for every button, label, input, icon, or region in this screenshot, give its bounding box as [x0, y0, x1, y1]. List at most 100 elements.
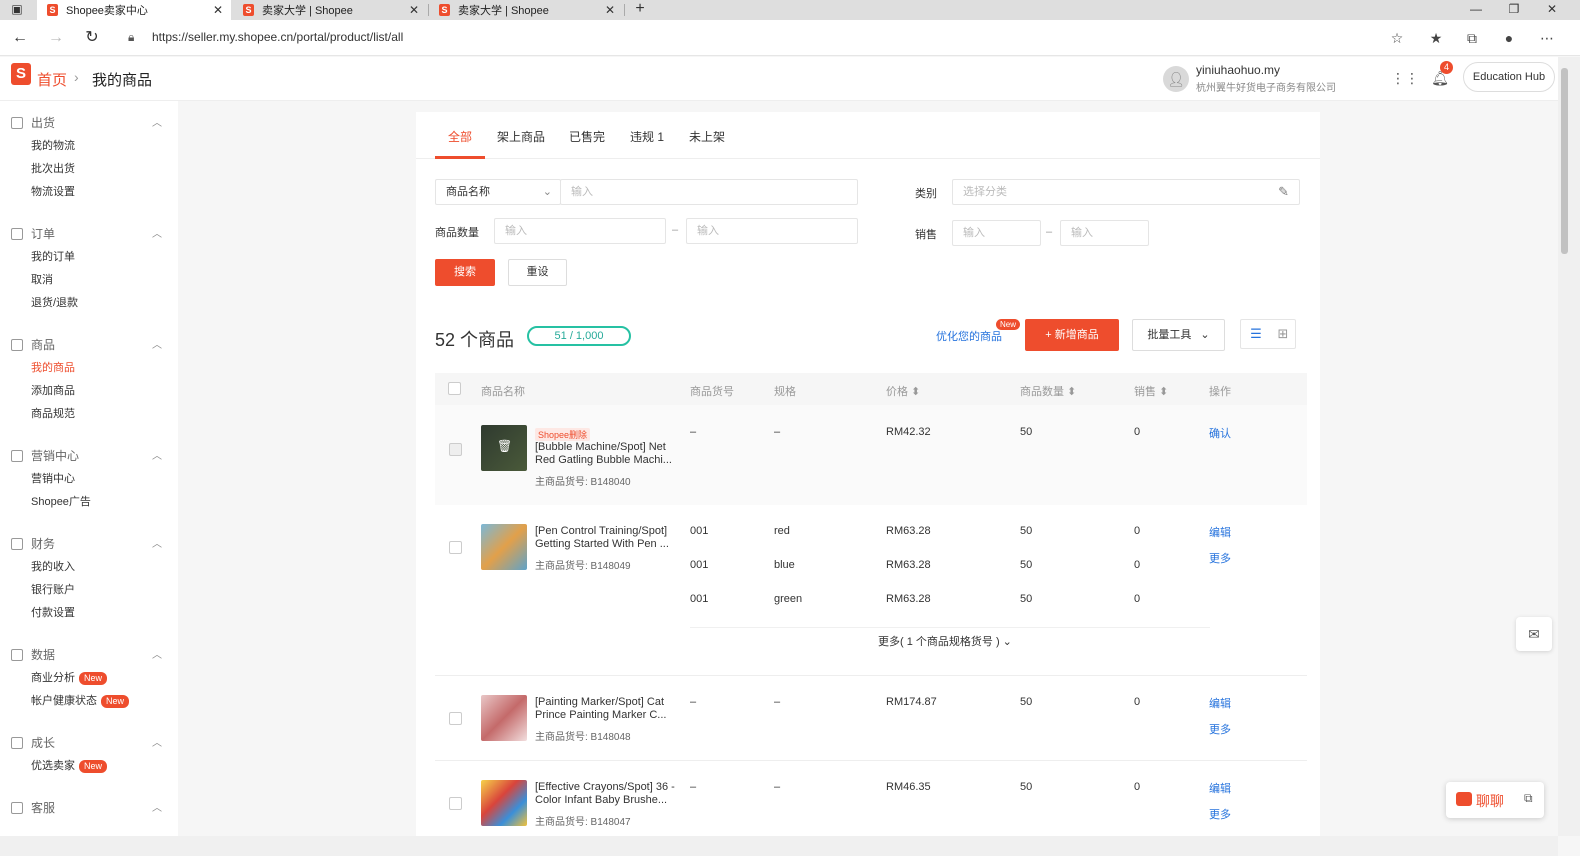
tab-sold-out[interactable]: 已售完: [569, 128, 605, 145]
name-filter-select[interactable]: 商品名称 ⌄: [435, 179, 561, 205]
more-icon[interactable]: ⋯: [1538, 29, 1556, 47]
chevron-up-icon[interactable]: ︿: [152, 112, 162, 135]
product-name[interactable]: [Effective Crayons/Spot] 36 -Color Infan…: [535, 781, 680, 807]
sidebar-item-returns[interactable]: 退货/退款: [0, 292, 178, 315]
batch-tools-button[interactable]: 批量工具 ⌄: [1132, 319, 1225, 351]
url-field[interactable]: https://seller.my.shopee.cn/portal/produ…: [152, 30, 403, 44]
tab-all[interactable]: 全部: [448, 128, 472, 145]
chevron-up-icon[interactable]: ︿: [152, 445, 162, 468]
select-all-checkbox[interactable]: [448, 382, 461, 395]
sidebar-section-header[interactable]: 订单 ︿: [0, 223, 178, 246]
breadcrumb-home[interactable]: 首页: [37, 69, 67, 90]
sidebar-item-my-income[interactable]: 我的收入: [0, 556, 178, 579]
chevron-up-icon[interactable]: ︿: [152, 334, 162, 357]
close-icon[interactable]: ✕: [213, 3, 223, 17]
sidebar-item-product-rules[interactable]: 商品规范: [0, 403, 178, 426]
column-price[interactable]: 价格 ⬍: [886, 383, 920, 399]
row-checkbox[interactable]: [449, 541, 462, 554]
sidebar-item-batch-ship[interactable]: 批次出货: [0, 158, 178, 181]
sales-min-input[interactable]: 输入: [952, 220, 1041, 246]
sidebar-section-header[interactable]: 出货 ︿: [0, 112, 178, 135]
product-thumbnail[interactable]: [481, 695, 527, 741]
feedback-icon[interactable]: ✉: [1516, 617, 1552, 651]
avatar[interactable]: 👤︎: [1163, 66, 1189, 92]
category-select[interactable]: 选择分类 ✎: [952, 179, 1300, 205]
row-checkbox[interactable]: [449, 712, 462, 725]
profile-icon[interactable]: ●: [1500, 29, 1518, 47]
product-thumbnail[interactable]: [481, 780, 527, 826]
minimize-chat-icon[interactable]: ⧉: [1524, 791, 1533, 806]
add-product-button[interactable]: + 新增商品: [1025, 319, 1119, 351]
search-button[interactable]: 搜索: [435, 259, 495, 286]
tab-actions-icon[interactable]: ▣: [0, 0, 34, 20]
sidebar-section-header[interactable]: 财务 ︿: [0, 533, 178, 556]
sidebar-item-my-orders[interactable]: 我的订单: [0, 246, 178, 269]
name-filter-input[interactable]: 输入: [560, 179, 858, 205]
reset-button[interactable]: 重设: [508, 259, 567, 286]
tab-live[interactable]: 架上商品: [497, 128, 545, 145]
more-link[interactable]: 更多: [1209, 721, 1231, 737]
chevron-up-icon[interactable]: ︿: [152, 732, 162, 755]
product-name[interactable]: [Bubble Machine/Spot] Net Red Gatling Bu…: [535, 441, 680, 467]
refresh-icon[interactable]: ↻: [82, 28, 102, 48]
more-link[interactable]: 更多: [1209, 806, 1231, 822]
row-checkbox[interactable]: [449, 443, 462, 456]
sidebar-item-shopee-ads[interactable]: Shopee广告: [0, 491, 178, 514]
sidebar-item-account-health[interactable]: 帐户健康状态 New: [0, 690, 178, 713]
chevron-up-icon[interactable]: ︿: [152, 533, 162, 556]
sidebar-section-header[interactable]: 成长 ︿: [0, 732, 178, 755]
favorite-add-icon[interactable]: ☆: [1388, 29, 1406, 47]
browser-tab-seller-university-2[interactable]: S 卖家大学 | Shopee ✕: [429, 0, 623, 20]
quantity-min-input[interactable]: 输入: [494, 218, 666, 244]
pencil-icon[interactable]: ✎: [1278, 180, 1289, 204]
apps-grid-icon[interactable]: ⋮⋮: [1391, 68, 1419, 88]
quantity-max-input[interactable]: 输入: [686, 218, 858, 244]
product-name[interactable]: [Pen Control Training/Spot] Getting Star…: [535, 525, 680, 551]
sidebar-item-payment-settings[interactable]: 付款设置: [0, 602, 178, 625]
edit-link[interactable]: 编辑: [1209, 695, 1231, 711]
tab-unlisted[interactable]: 未上架: [689, 128, 725, 145]
chevron-up-icon[interactable]: ︿: [152, 797, 162, 820]
tab-violation[interactable]: 违规 1: [630, 128, 664, 145]
product-thumbnail[interactable]: [481, 524, 527, 570]
edit-link[interactable]: 编辑: [1209, 524, 1231, 540]
sidebar-section-header[interactable]: 商品 ︿: [0, 334, 178, 357]
chat-button[interactable]: 聊聊 ⧉: [1446, 782, 1544, 818]
list-view-icon[interactable]: ☰: [1248, 326, 1264, 342]
scrollbar-thumb[interactable]: [1561, 68, 1568, 254]
confirm-link[interactable]: 确认: [1209, 425, 1231, 441]
new-tab-button[interactable]: +: [622, 0, 658, 20]
optimize-products-link[interactable]: 优化您的商品: [936, 328, 1002, 344]
column-stock[interactable]: 商品数量 ⬍: [1020, 383, 1076, 399]
favorites-icon[interactable]: ★: [1427, 29, 1445, 47]
close-icon[interactable]: ✕: [605, 3, 615, 17]
sidebar-item-logistics-settings[interactable]: 物流设置: [0, 181, 178, 204]
sidebar-item-marketing-center[interactable]: 营销中心: [0, 468, 178, 491]
chevron-up-icon[interactable]: ︿: [152, 644, 162, 667]
sidebar-item-preferred-seller[interactable]: 优选卖家 New: [0, 755, 178, 778]
back-icon[interactable]: ←: [10, 28, 30, 48]
column-sales[interactable]: 销售 ⬍: [1134, 383, 1168, 399]
sidebar-section-header[interactable]: 数据 ︿: [0, 644, 178, 667]
sidebar-section-header[interactable]: 营销中心 ︿: [0, 445, 178, 468]
username[interactable]: yiniuhaohuo.my: [1196, 63, 1280, 77]
minimize-icon[interactable]: —: [1458, 0, 1494, 20]
edit-link[interactable]: 编辑: [1209, 780, 1231, 796]
sidebar-item-add-product[interactable]: 添加商品: [0, 380, 178, 403]
chevron-up-icon[interactable]: ︿: [152, 223, 162, 246]
close-icon[interactable]: ✕: [409, 3, 419, 17]
row-checkbox[interactable]: [449, 797, 462, 810]
collections-icon[interactable]: ⧉: [1463, 29, 1481, 47]
sidebar-item-cancel[interactable]: 取消: [0, 269, 178, 292]
sidebar-section-header[interactable]: 客服 ︿: [0, 797, 178, 820]
sidebar-item-my-logistics[interactable]: 我的物流: [0, 135, 178, 158]
education-hub-button[interactable]: Education Hub: [1463, 62, 1555, 92]
shopee-logo[interactable]: S: [11, 63, 31, 85]
sidebar-item-business-insights[interactable]: 商业分析 New: [0, 667, 178, 690]
grid-view-icon[interactable]: ⊞: [1275, 326, 1291, 342]
forward-icon[interactable]: →: [46, 28, 66, 48]
product-name[interactable]: [Painting Marker/Spot] Cat Prince Painti…: [535, 696, 680, 722]
window-close-icon[interactable]: ✕: [1534, 0, 1570, 20]
horizontal-scrollbar[interactable]: [0, 836, 1558, 856]
restore-icon[interactable]: ❐: [1496, 0, 1532, 20]
